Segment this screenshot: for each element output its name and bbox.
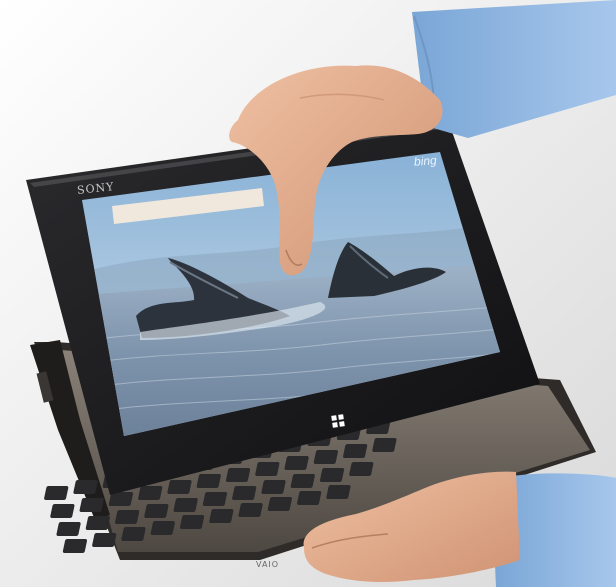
keyboard-key	[255, 462, 280, 476]
keyboard-key	[225, 468, 251, 482]
keyboard-key	[92, 533, 117, 547]
keyboard-key	[349, 462, 374, 476]
keyboard-key	[115, 510, 140, 524]
keyboard-key	[238, 503, 263, 517]
keyboard-key	[209, 509, 234, 523]
keyboard-key	[79, 498, 104, 512]
keyboard-key	[56, 522, 81, 536]
keyboard-key	[85, 516, 110, 530]
keyboard-key	[173, 498, 198, 512]
keyboard-key	[372, 438, 397, 452]
photo-scene	[0, 0, 616, 587]
keyboard-key	[202, 492, 228, 506]
keyboard-key	[290, 474, 315, 488]
keyboard-key	[73, 480, 98, 494]
keyboard-key	[62, 539, 88, 553]
keyboard-key	[167, 480, 192, 494]
keyboard-key	[313, 450, 338, 464]
keyboard-key	[232, 486, 257, 500]
keyboard-key	[297, 491, 322, 505]
keyboard-key	[326, 485, 351, 499]
keyboard-key	[138, 486, 163, 500]
search-app-label: bing	[413, 153, 438, 169]
keyboard-key	[44, 486, 69, 500]
keyboard-key	[150, 521, 175, 535]
keyboard-key	[144, 504, 169, 518]
keyboard-key	[121, 527, 146, 541]
keyboard-logo: VAIO	[256, 560, 280, 569]
keyboard-key	[267, 497, 292, 511]
keyboard-key	[50, 504, 75, 518]
keyboard-key	[196, 474, 221, 488]
keyboard-key	[343, 444, 368, 458]
keyboard-key	[179, 515, 205, 529]
keyboard-key	[284, 456, 309, 470]
keyboard-key	[319, 468, 345, 482]
keyboard-key	[261, 480, 286, 494]
